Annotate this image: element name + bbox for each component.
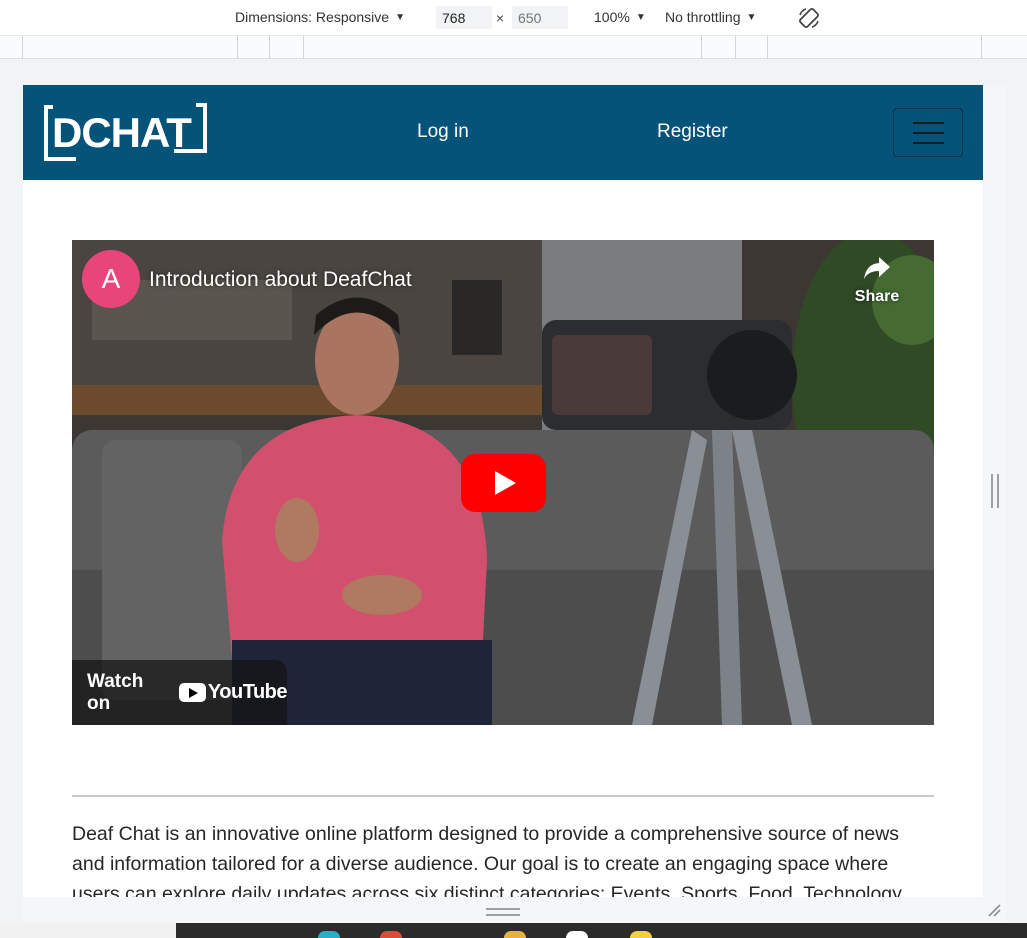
rotate-icon[interactable] — [797, 6, 821, 30]
about-description: Deaf Chat is an innovative online platfo… — [72, 823, 906, 897]
register-link[interactable]: Register — [657, 121, 728, 143]
play-button[interactable] — [461, 454, 546, 512]
login-link[interactable]: Log in — [417, 121, 469, 143]
taskbar-app-icon[interactable] — [318, 931, 340, 938]
channel-avatar[interactable]: A — [82, 250, 140, 308]
share-arrow-icon — [864, 257, 890, 279]
navbar: DCHAT Log in Register — [23, 85, 983, 180]
zoom-dropdown[interactable]: 100% ▼ — [594, 9, 646, 25]
share-button[interactable]: Share — [845, 255, 909, 306]
width-resize-handle[interactable] — [991, 474, 999, 508]
youtube-logo: YouTube — [178, 681, 288, 704]
logo-text: DCHAT — [52, 109, 192, 156]
throttling-label: No throttling — [665, 9, 741, 25]
taskbar-app-icon[interactable] — [504, 931, 526, 938]
chevron-down-icon: ▼ — [395, 11, 405, 23]
emulated-viewport: DCHAT Log in Register A Introduction abo… — [23, 85, 983, 897]
taskbar-app-icon[interactable] — [380, 931, 402, 938]
section-divider — [72, 795, 934, 797]
watch-on-youtube-button[interactable]: Watch on YouTube — [72, 660, 288, 725]
dimensions-label: Dimensions: Responsive — [235, 9, 390, 25]
youtube-wordmark: YouTube — [207, 681, 288, 703]
corner-resize-handle[interactable] — [986, 902, 1002, 918]
height-resize-handle[interactable] — [486, 908, 520, 916]
youtube-embed[interactable]: A Introduction about DeafChat Share Watc… — [72, 240, 934, 725]
youtube-play-icon — [178, 683, 206, 702]
taskbar-app-icon[interactable] — [630, 931, 652, 938]
os-taskbar — [0, 923, 1027, 938]
taskbar-app-icon[interactable] — [566, 931, 588, 938]
height-input[interactable] — [512, 6, 568, 29]
chevron-down-icon: ▼ — [635, 11, 646, 23]
video-title[interactable]: Introduction about DeafChat — [149, 268, 412, 292]
watch-on-label: Watch on — [87, 670, 144, 714]
menu-toggle-button[interactable] — [893, 108, 963, 157]
media-query-ruler — [0, 36, 1027, 59]
width-input[interactable] — [436, 6, 492, 29]
dchat-logo[interactable]: DCHAT — [44, 101, 208, 163]
share-label: Share — [854, 288, 900, 305]
zoom-label: 100% — [594, 9, 630, 25]
throttling-dropdown[interactable]: No throttling ▼ — [665, 9, 756, 25]
chevron-down-icon: ▼ — [746, 11, 757, 23]
hamburger-icon — [913, 122, 944, 124]
times-sign: × — [496, 10, 505, 26]
dimensions-dropdown[interactable]: Dimensions: Responsive ▼ — [235, 9, 405, 25]
devtools-device-toolbar: Dimensions: Responsive ▼ × 100% ▼ No thr… — [0, 0, 1027, 36]
